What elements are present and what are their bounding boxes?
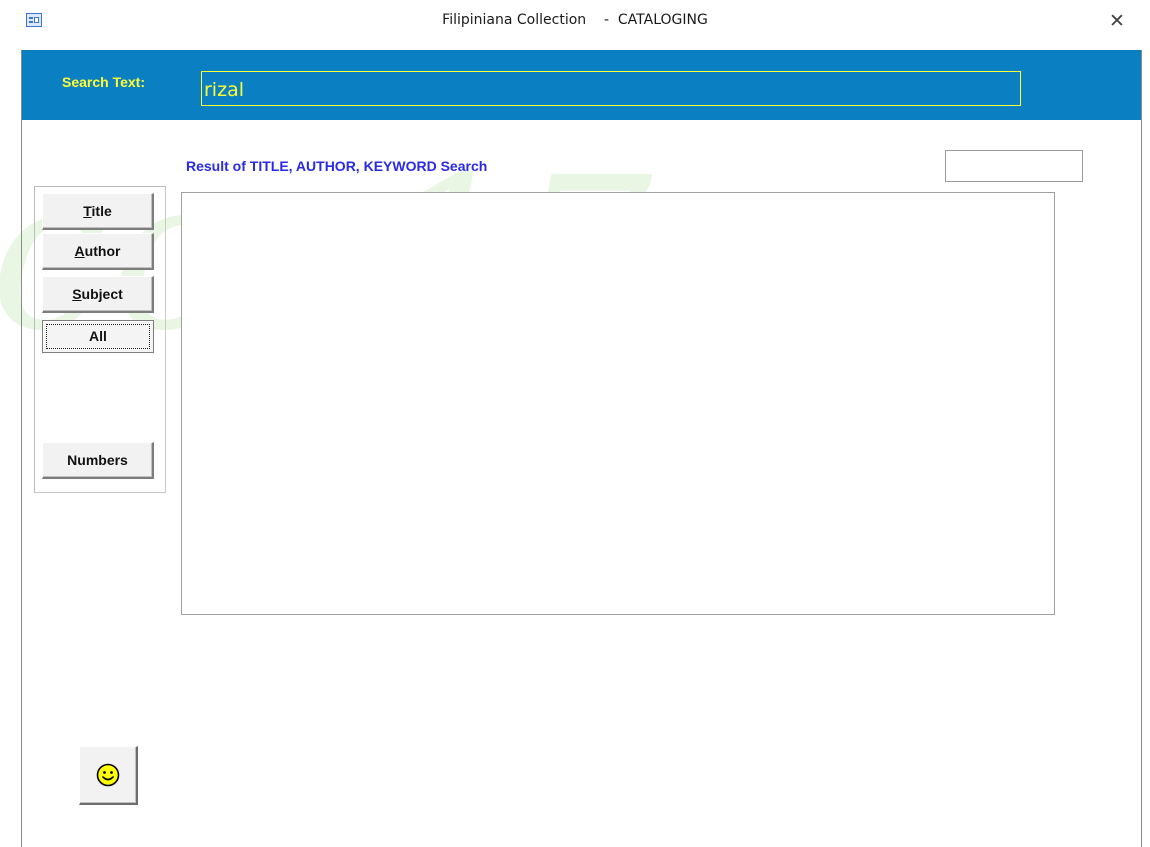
cataloging-window: con17 Filipiniana Collection - CATALOGIN…	[0, 0, 1150, 847]
numbers-button[interactable]: Numbers	[42, 442, 154, 479]
author-button-label: uthor	[84, 243, 121, 259]
window-title: Filipiniana Collection - CATALOGING	[442, 12, 708, 28]
smiley-button[interactable]	[79, 746, 138, 805]
title-button[interactable]: Title	[42, 193, 154, 230]
author-button-mnemonic: A	[74, 243, 85, 259]
result-label: Result of TITLE, AUTHOR, KEYWORD Search	[186, 158, 488, 174]
title-button-mnemonic: T	[83, 203, 92, 219]
search-text-label: Search Text:	[62, 74, 145, 90]
result-count-box[interactable]	[945, 150, 1083, 182]
close-icon[interactable]: ✕	[1100, 6, 1134, 36]
window-border-left	[21, 50, 22, 847]
subject-button[interactable]: Subject	[42, 276, 154, 313]
smiley-icon	[96, 763, 120, 787]
title-button-label: itle	[91, 203, 112, 219]
search-header: Search Text:	[22, 50, 1141, 120]
title-bar: Filipiniana Collection - CATALOGING ✕	[0, 0, 1150, 50]
author-button[interactable]: Author	[42, 233, 154, 270]
result-list[interactable]	[181, 192, 1055, 615]
search-type-panel: Title Author Subject All Numbers	[34, 186, 166, 493]
subject-button-mnemonic: S	[72, 286, 82, 302]
window-border-right	[1141, 50, 1142, 847]
all-button-label: All	[89, 328, 107, 344]
all-button[interactable]: All	[42, 320, 154, 353]
search-input[interactable]	[201, 71, 1021, 106]
subject-button-label: ubject	[81, 286, 123, 302]
